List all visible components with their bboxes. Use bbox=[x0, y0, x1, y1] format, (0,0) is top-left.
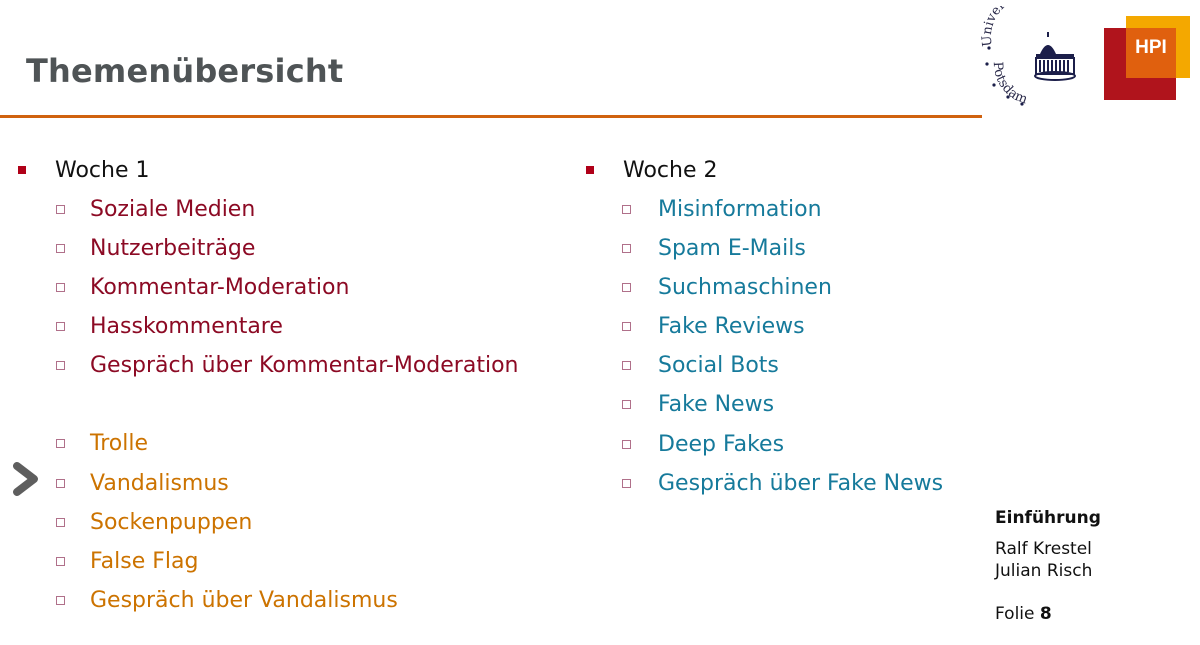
list-item: Hasskommentare bbox=[18, 312, 518, 342]
author-name: Julian Risch bbox=[995, 561, 1093, 581]
list-item: Spam E-Mails bbox=[586, 233, 943, 263]
list-item: Social Bots bbox=[586, 351, 943, 381]
hollow-square-bullet-icon bbox=[56, 282, 65, 292]
author-name: Ralf Krestel bbox=[995, 539, 1092, 559]
list-item: Deep Fakes bbox=[586, 429, 943, 459]
week-heading: Woche 1 bbox=[18, 155, 518, 185]
hollow-square-bullet-icon bbox=[56, 517, 65, 527]
hollow-square-bullet-icon bbox=[622, 400, 631, 410]
list-item: Nutzerbeiträge bbox=[18, 233, 518, 263]
week-label: Woche 2 bbox=[623, 157, 718, 183]
hollow-square-bullet-icon bbox=[622, 204, 631, 214]
hollow-square-bullet-icon bbox=[56, 204, 65, 214]
course-title: Einführung bbox=[995, 508, 1101, 528]
svg-text:HPI: HPI bbox=[1135, 37, 1167, 58]
hollow-square-bullet-icon bbox=[622, 243, 631, 253]
title-divider bbox=[0, 115, 982, 118]
hollow-square-bullet-icon bbox=[622, 282, 631, 292]
potsdam-label: Potsdam bbox=[990, 61, 1030, 107]
slide-number: Folie 8 bbox=[995, 604, 1052, 624]
list-item: Kommentar-Moderation bbox=[18, 272, 518, 302]
university-label: Universität bbox=[980, 6, 1034, 47]
hollow-square-bullet-icon bbox=[56, 557, 65, 566]
list-item: Vandalismus bbox=[18, 468, 518, 498]
list-item: False Flag bbox=[18, 547, 518, 577]
slide-footer: Einführung Ralf Krestel Julian Risch Fol… bbox=[995, 508, 1101, 624]
slide-title: Themenübersicht bbox=[26, 52, 344, 90]
list-item: Gespräch über Vandalismus bbox=[18, 586, 518, 616]
list-item: Misinformation bbox=[586, 194, 943, 224]
list-item: Suchmaschinen bbox=[586, 272, 943, 302]
hollow-square-bullet-icon bbox=[622, 439, 631, 449]
square-bullet-icon bbox=[586, 166, 594, 174]
hpi-logo: HPI bbox=[1104, 16, 1190, 100]
university-potsdam-logo: Universität Potsdam bbox=[980, 6, 1076, 107]
chevron-right-icon[interactable] bbox=[12, 461, 42, 497]
list-item: Sockenpuppen bbox=[18, 507, 518, 537]
week-heading: Woche 2 bbox=[586, 155, 943, 185]
list-item: Gespräch über Kommentar-Moderation bbox=[18, 351, 518, 381]
week-1-column: Woche 1 Soziale Medien Nutzerbeiträge Ko… bbox=[18, 155, 518, 625]
hollow-square-bullet-icon bbox=[622, 478, 631, 488]
hollow-square-bullet-icon bbox=[622, 361, 631, 371]
hollow-square-bullet-icon bbox=[56, 439, 65, 449]
list-item: Soziale Medien bbox=[18, 194, 518, 224]
hollow-square-bullet-icon bbox=[56, 322, 65, 332]
hollow-square-bullet-icon bbox=[56, 361, 65, 371]
hollow-square-bullet-icon bbox=[56, 478, 65, 488]
hollow-square-bullet-icon bbox=[56, 243, 65, 253]
square-bullet-icon bbox=[18, 166, 26, 174]
list-item: Trolle bbox=[18, 429, 518, 459]
list-item: Fake Reviews bbox=[586, 312, 943, 342]
week-label: Woche 1 bbox=[55, 157, 150, 183]
hollow-square-bullet-icon bbox=[622, 322, 631, 332]
list-item: Gespräch über Fake News bbox=[586, 468, 943, 498]
building-icon bbox=[1034, 32, 1076, 81]
week-2-column: Woche 2 Misinformation Spam E-Mails Such… bbox=[586, 155, 943, 508]
hollow-square-bullet-icon bbox=[56, 596, 65, 606]
list-item: Fake News bbox=[586, 390, 943, 420]
